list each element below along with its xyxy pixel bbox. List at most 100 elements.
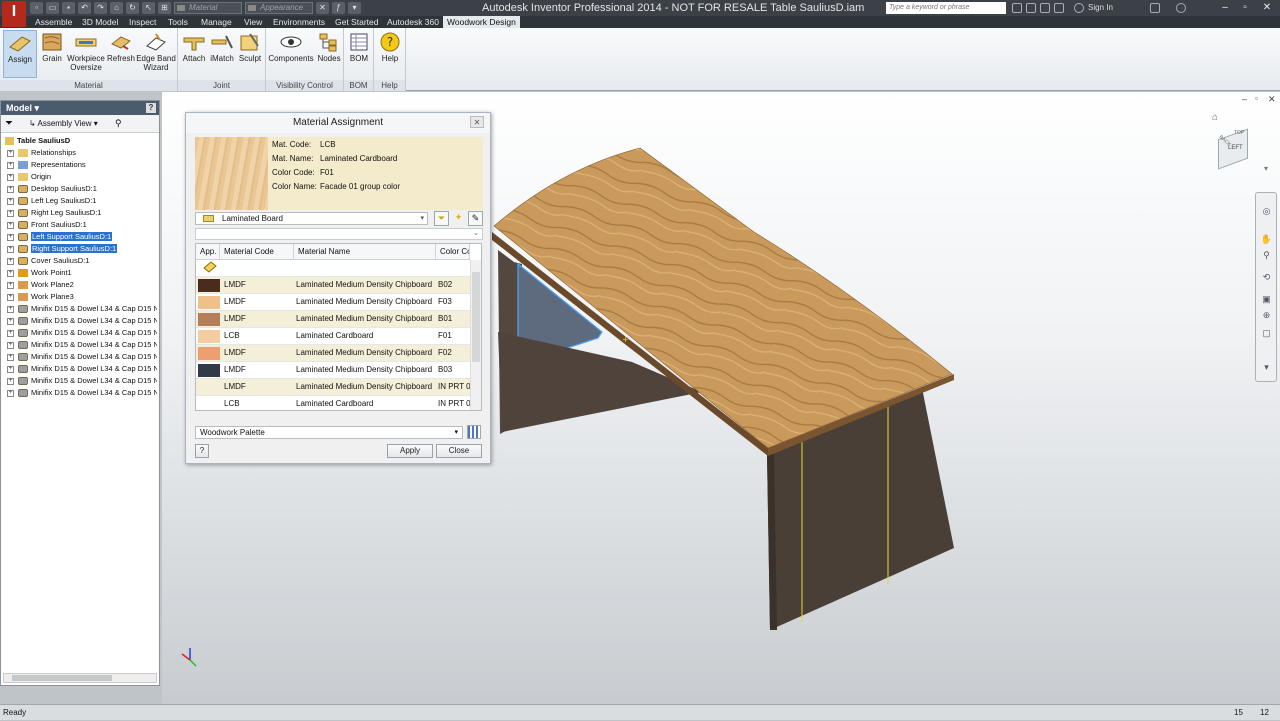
- expand-icon[interactable]: +: [7, 150, 14, 157]
- dialog-help-button[interactable]: ?: [195, 444, 209, 458]
- scroll-thumb[interactable]: [12, 675, 112, 681]
- tab-view[interactable]: View: [244, 16, 262, 28]
- look-at-icon[interactable]: ▣: [1260, 293, 1273, 306]
- material-category-dropdown[interactable]: Laminated Board ▾: [195, 212, 428, 225]
- tree-node[interactable]: + Minifix D15 & Dowel L34 & Cap D15 NB T: [3, 387, 157, 399]
- tab-get-started[interactable]: Get Started: [335, 16, 378, 28]
- nodes-button[interactable]: Nodes: [315, 30, 343, 78]
- components-button[interactable]: Components: [268, 30, 314, 78]
- expand-icon[interactable]: +: [7, 306, 14, 313]
- tree-node[interactable]: + Cover SauliusD:1: [3, 255, 157, 267]
- tree-node[interactable]: + Minifix D15 & Dowel L34 & Cap D15 NB T: [3, 363, 157, 375]
- more-icon[interactable]: ▾: [348, 2, 361, 14]
- tab-environments[interactable]: Environments: [273, 16, 325, 28]
- zoom-window-icon[interactable]: ⊕: [1260, 309, 1273, 322]
- tree-node[interactable]: + Right Support SauliusD:1: [3, 243, 157, 255]
- table-vertical-scrollbar[interactable]: [470, 260, 481, 410]
- viewport-minimize-button[interactable]: –: [1242, 94, 1247, 104]
- home-view-icon[interactable]: ⌂: [1212, 112, 1218, 123]
- dialog-close-icon[interactable]: ✕: [470, 116, 484, 128]
- expand-icon[interactable]: +: [7, 282, 14, 289]
- tree-node[interactable]: + Right Leg SauliusD:1: [3, 207, 157, 219]
- table-row[interactable]: LMDF Laminated Medium Density Chipboard B0…: [196, 277, 470, 294]
- expand-icon[interactable]: +: [7, 294, 14, 301]
- grain-button[interactable]: Grain: [38, 30, 66, 78]
- expand-icon[interactable]: +: [7, 366, 14, 373]
- exchange-icon[interactable]: [1150, 3, 1160, 13]
- tab-tools[interactable]: Tools: [168, 16, 188, 28]
- zoom-icon[interactable]: ⚲: [1260, 249, 1273, 262]
- table-row[interactable]: LMDF Laminated Medium Density Chipboard IN…: [196, 379, 470, 396]
- fx-icon[interactable]: ƒ: [332, 2, 345, 14]
- select-icon[interactable]: ↖: [142, 2, 155, 14]
- help-search-input[interactable]: Type a keyword or phrase: [886, 2, 1006, 14]
- expand-icon[interactable]: +: [7, 390, 14, 397]
- pan-icon[interactable]: ✋: [1260, 233, 1273, 246]
- binoculars-icon[interactable]: [1012, 3, 1022, 13]
- dialog-title-bar[interactable]: Material Assignment ✕: [186, 113, 490, 133]
- steering-wheel-icon[interactable]: ◎: [1260, 205, 1273, 218]
- assign-button[interactable]: Assign: [3, 30, 37, 78]
- col-material-code[interactable]: Material Code: [220, 244, 294, 260]
- expand-icon[interactable]: +: [7, 378, 14, 385]
- col-app[interactable]: App.: [196, 244, 220, 260]
- home-icon[interactable]: ⌂: [110, 2, 123, 14]
- table-row[interactable]: LMDF Laminated Medium Density Chipboard F0…: [196, 294, 470, 311]
- imatch-button[interactable]: iMatch: [208, 30, 236, 78]
- close-button[interactable]: Close: [436, 444, 482, 458]
- save-icon[interactable]: ▪: [62, 2, 75, 14]
- tree-node[interactable]: + Minifix D15 & Dowel L34 & Cap D15 NB T: [3, 303, 157, 315]
- attach-button[interactable]: Attach: [181, 30, 207, 78]
- expand-icon[interactable]: +: [7, 246, 14, 253]
- communication-icon[interactable]: [1040, 3, 1050, 13]
- apply-button[interactable]: Apply: [387, 444, 433, 458]
- edit-material-icon[interactable]: ✎: [468, 211, 483, 226]
- orbit-icon[interactable]: ⟲: [1260, 271, 1273, 284]
- viewcube[interactable]: LEFT BACK TOP: [1214, 126, 1258, 170]
- update-icon[interactable]: ↻: [126, 2, 139, 14]
- tree-node[interactable]: + Representations: [3, 159, 157, 171]
- table-row[interactable]: LMDF Laminated Medium Density Chipboard B0…: [196, 362, 470, 379]
- expand-icon[interactable]: +: [7, 186, 14, 193]
- refresh-button[interactable]: Refresh: [106, 30, 136, 78]
- help-icon[interactable]: [1176, 3, 1186, 13]
- find-icon[interactable]: ⚲: [115, 118, 122, 129]
- filter-icon[interactable]: ⏷: [5, 118, 13, 129]
- material-combo[interactable]: Material: [174, 2, 242, 14]
- expand-icon[interactable]: +: [7, 234, 14, 241]
- tree-node[interactable]: + Minifix D15 & Dowel L34 & Cap D15 NB T: [3, 327, 157, 339]
- tab-manage[interactable]: Manage: [201, 16, 232, 28]
- minimize-window-button[interactable]: –: [1218, 1, 1232, 14]
- tab-3d-model[interactable]: 3D Model: [82, 16, 118, 28]
- expand-icon[interactable]: +: [7, 174, 14, 181]
- expand-icon[interactable]: +: [7, 354, 14, 361]
- tree-node[interactable]: + Origin: [3, 171, 157, 183]
- undo-icon[interactable]: ↶: [78, 2, 91, 14]
- table-row[interactable]: LCB Laminated Cardboard F01: [196, 328, 470, 345]
- tab-inspect[interactable]: Inspect: [129, 16, 156, 28]
- tree-node[interactable]: + Left Support SauliusD:1: [3, 231, 157, 243]
- clear-appearance-icon[interactable]: ✕: [316, 2, 329, 14]
- table-row[interactable]: LMDF Laminated Medium Density Chipboard F0…: [196, 345, 470, 362]
- viewport-close-button[interactable]: ✕: [1268, 94, 1276, 105]
- palette-grid-icon[interactable]: [467, 425, 481, 439]
- expand-icon[interactable]: +: [7, 222, 14, 229]
- table-row[interactable]: LMDF Laminated Medium Density Chipboard B0…: [196, 311, 470, 328]
- tree-node[interactable]: + Minifix D15 & Dowel L34 & Cap D15 NB T: [3, 339, 157, 351]
- material-filter-field[interactable]: ⌄: [195, 228, 483, 240]
- expand-icon[interactable]: +: [7, 330, 14, 337]
- help-button[interactable]: ? Help: [377, 30, 403, 78]
- browser-horizontal-scrollbar[interactable]: [3, 673, 157, 683]
- expand-icon[interactable]: +: [7, 318, 14, 325]
- tab-autodesk-360[interactable]: Autodesk 360: [387, 16, 439, 28]
- tree-node[interactable]: + Relationships: [3, 147, 157, 159]
- open-icon[interactable]: ▭: [46, 2, 59, 14]
- edge-band-wizard-button[interactable]: Edge Band Wizard: [136, 30, 176, 78]
- expand-icon[interactable]: +: [7, 210, 14, 217]
- tree-node[interactable]: + Desktop SauliusD:1: [3, 183, 157, 195]
- favorites-icon[interactable]: [1054, 3, 1064, 13]
- measure-icon[interactable]: ⊞: [158, 2, 171, 14]
- close-window-button[interactable]: ✕: [1260, 1, 1274, 14]
- nav-menu-icon[interactable]: ▾: [1260, 361, 1273, 374]
- workpiece-oversize-button[interactable]: Workpiece Oversize: [65, 30, 107, 78]
